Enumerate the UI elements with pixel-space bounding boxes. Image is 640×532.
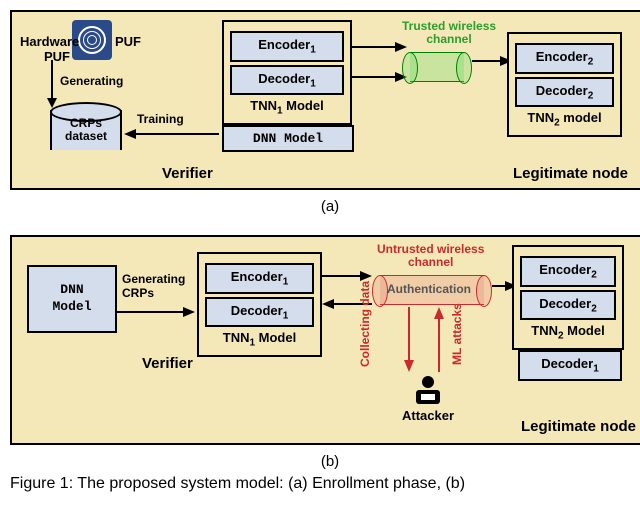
encoder2-box-b: Encoder2 bbox=[520, 256, 616, 287]
training-arrow-label: Training bbox=[137, 112, 184, 126]
arrow-right-icon-b bbox=[115, 305, 195, 319]
attacker-icon bbox=[410, 372, 446, 408]
encoder1-box: Encoder1 bbox=[230, 31, 344, 62]
untrusted-channel-label: Untrusted wirelesschannel bbox=[377, 243, 484, 269]
tnn1-model-box-b: Encoder1 Decoder1 TNN1 Model bbox=[197, 252, 322, 357]
tnn1-model-box: Encoder1 Decoder1 TNN1 Model bbox=[222, 20, 352, 125]
crps-text: CRPsdataset bbox=[65, 117, 107, 143]
arrow-right-icon-3 bbox=[472, 54, 512, 68]
arrow-right-icon-2 bbox=[352, 70, 407, 84]
tnn1-label-b: TNN1 Model bbox=[205, 330, 314, 349]
crps-dataset-cylinder: CRPsdataset bbox=[50, 102, 122, 158]
encoder2-box: Encoder2 bbox=[515, 43, 614, 74]
dnn-model-box: DNN Model bbox=[222, 125, 354, 152]
collecting-arrow-icon bbox=[402, 307, 416, 372]
generating-arrow-label: Generating bbox=[60, 74, 123, 88]
decoder2-box-b: Decoder2 bbox=[520, 290, 616, 321]
attacker-icon-group: Attacker bbox=[402, 372, 454, 423]
dnn-model-box-b: DNNModel bbox=[27, 265, 117, 333]
collecting-data-label: Collecting data bbox=[358, 281, 372, 367]
authentication-panel: DNNModel GeneratingCRPs Encoder1 Decoder… bbox=[10, 235, 640, 445]
tnn2-model-box: Encoder2 Decoder2 TNN2 model bbox=[507, 32, 622, 137]
tnn1-label: TNN1 Model bbox=[230, 98, 344, 117]
trusted-channel-icon bbox=[402, 52, 472, 82]
enrollment-panel: Hardware PUF PUF CRPsdataset Generating … bbox=[10, 10, 640, 190]
sub-caption-a: (a) bbox=[10, 198, 640, 215]
legitimate-node-label: Legitimate node bbox=[513, 165, 628, 182]
authentication-label: Authentication bbox=[387, 282, 471, 296]
verifier-label-b: Verifier bbox=[142, 355, 193, 372]
puf-label-2: PUF bbox=[115, 34, 141, 49]
tnn2-label-b: TNN2 Model bbox=[520, 323, 616, 342]
trusted-channel-label: Trusted wirelesschannel bbox=[402, 20, 496, 46]
decoder2-box: Decoder2 bbox=[515, 77, 614, 108]
decoder1-box: Decoder1 bbox=[230, 65, 344, 96]
arrow-right-icon bbox=[352, 40, 407, 54]
extra-decoder1-box: Decoder1 bbox=[518, 350, 622, 381]
tnn2-label: TNN2 model bbox=[515, 110, 614, 129]
attacker-label: Attacker bbox=[402, 408, 454, 423]
attacks-arrow-icon bbox=[432, 307, 446, 372]
arrow-left-icon bbox=[124, 127, 219, 141]
legitimate-node-label-b: Legitimate node bbox=[521, 418, 636, 435]
verifier-label: Verifier bbox=[162, 165, 213, 182]
tnn2-model-box-b: Encoder2 Decoder2 TNN2 Model bbox=[512, 245, 624, 350]
decoder1-box-b: Decoder1 bbox=[205, 297, 314, 328]
fingerprint-icon bbox=[78, 26, 106, 54]
figure-caption: Figure 1: The proposed system model: (a)… bbox=[10, 475, 640, 493]
generating-crps-label: GeneratingCRPs bbox=[122, 272, 185, 301]
arrow-down-icon bbox=[42, 60, 62, 108]
encoder1-box-b: Encoder1 bbox=[205, 263, 314, 294]
sub-caption-b: (b) bbox=[10, 453, 640, 470]
ml-attacks-label: ML attacks bbox=[450, 303, 464, 365]
